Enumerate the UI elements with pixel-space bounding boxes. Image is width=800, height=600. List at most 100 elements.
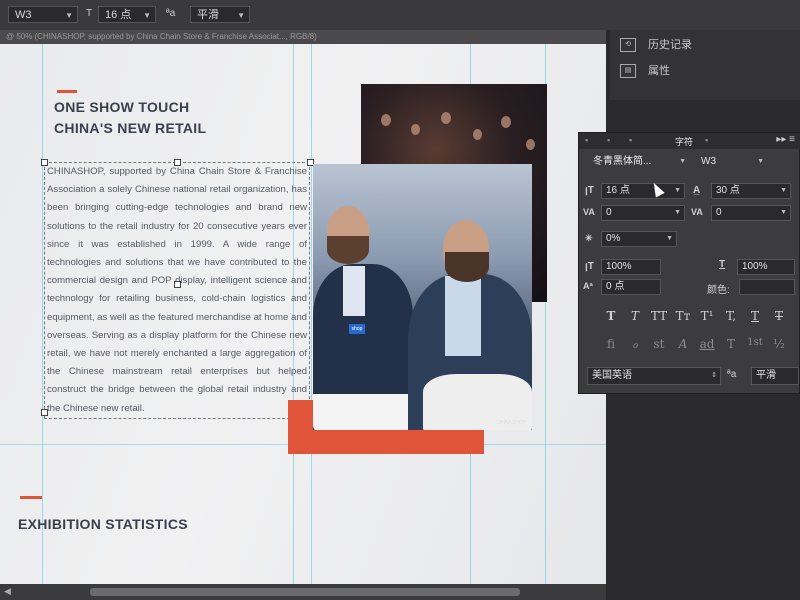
transform-handle[interactable]	[41, 159, 48, 166]
crowd-figure	[473, 129, 482, 140]
document-tab-title: @ 50% (CHINASHOP, supported by China Cha…	[6, 32, 317, 41]
transform-handle[interactable]	[41, 409, 48, 416]
horizontal-scale-value: 100%	[742, 261, 768, 272]
chevron-down-icon: ▼	[780, 209, 787, 216]
tab-inactive[interactable]: ▪	[607, 135, 610, 145]
kerning-value: 0	[606, 207, 612, 218]
font-style-value: W3	[701, 156, 716, 167]
all-caps-button[interactable]: TT	[647, 309, 671, 323]
ligature-button[interactable]: fi	[599, 337, 623, 351]
superscript-button[interactable]: T¹	[695, 309, 719, 323]
antialias-value: 平滑	[197, 9, 219, 21]
font-size-dropdown[interactable]: 16 点 ▼	[98, 6, 156, 23]
font-style-dropdown[interactable]: W3 ▼	[697, 155, 767, 171]
transform-handle[interactable]	[174, 281, 181, 288]
vertical-scale-field[interactable]: 100%	[601, 259, 661, 275]
kerning-field[interactable]: 0 ▼	[601, 205, 685, 221]
chevron-down-icon: ▼	[237, 11, 245, 20]
tsume-value: 0%	[606, 233, 621, 244]
font-style-value: W3	[15, 9, 32, 21]
headline-line1: ONE SHOW TOUCH	[54, 99, 190, 115]
tab-inactive[interactable]: ▪	[705, 135, 708, 145]
history-icon: ⟲	[620, 38, 636, 53]
tracking-value: 0	[716, 207, 722, 218]
language-dropdown[interactable]: 美国英语 ⇕	[587, 367, 721, 385]
history-panel-item[interactable]: ⟲ 历史记录	[620, 34, 692, 56]
stylistic-alternates-button[interactable]: ad	[695, 337, 719, 351]
fractions-button[interactable]: ½	[767, 337, 791, 351]
chevron-down-icon: ▼	[679, 158, 686, 165]
color-swatch[interactable]	[739, 279, 795, 295]
font-size-field[interactable]: 16 点 ▼	[601, 183, 685, 199]
leading-field[interactable]: 30 点 ▼	[711, 183, 791, 199]
headline: ONE SHOW TOUCH CHINA'S NEW RETAIL	[54, 97, 206, 139]
tab-inactive[interactable]: ▪	[585, 135, 588, 145]
document-canvas[interactable]: ONE SHOW TOUCH CHINA'S NEW RETAIL CHINAS…	[0, 44, 606, 584]
chevron-down-icon: ▼	[757, 158, 764, 165]
antialias-dropdown[interactable]: 平滑	[751, 367, 799, 385]
scroll-left-icon[interactable]: ◀	[4, 586, 11, 597]
opentype-buttons: fi ℴ st A ad T 1st ½	[579, 337, 800, 357]
history-label: 历史记录	[648, 39, 692, 51]
document-tab[interactable]: @ 50% (CHINASHOP, supported by China Cha…	[0, 30, 610, 44]
font-size-icon: T	[86, 8, 93, 19]
person-right-shirt	[445, 276, 481, 356]
type-style-buttons: T T TT Tт T¹ T, T T	[579, 309, 800, 329]
baseline-shift-field[interactable]: 0 点	[601, 279, 661, 295]
tsume-icon: ✳	[585, 233, 593, 243]
panel-menu-icon[interactable]: ▸▸ ≡	[776, 134, 795, 145]
faux-bold-button[interactable]: T	[599, 309, 623, 323]
font-family-dropdown[interactable]: 冬青黑体简... ▼	[589, 155, 689, 171]
section-accent-bar	[20, 496, 42, 499]
chevron-down-icon: ▼	[674, 187, 681, 194]
swash-button[interactable]: A	[671, 337, 695, 351]
person-left-beard	[327, 236, 369, 264]
heading-accent-bar	[57, 90, 77, 93]
horizontal-scrollbar[interactable]: ◀	[0, 584, 606, 600]
discretionary-ligatures-button[interactable]: st	[647, 337, 671, 351]
section2-title: EXHIBITION STATISTICS	[18, 516, 188, 532]
body-text-box[interactable]: CHINASHOP, supported by China Chain Stor…	[44, 162, 310, 419]
panel-tabs: ▪ ▪ ▪ 字符 ▪ ▸▸ ≡	[579, 133, 800, 149]
guide-vertical[interactable]	[311, 44, 312, 584]
guide-vertical[interactable]	[42, 44, 43, 584]
chevron-down-icon: ▼	[674, 209, 681, 216]
tracking-field[interactable]: 0 ▼	[711, 205, 791, 221]
font-style-dropdown[interactable]: W3 ▼	[8, 6, 78, 23]
color-label: 颜色:	[707, 285, 730, 296]
properties-icon: ▤	[620, 64, 636, 79]
font-size-value: 16 点	[606, 185, 630, 196]
kerning-icon: VA	[583, 207, 595, 217]
language-value: 美国英语	[592, 370, 632, 381]
character-panel: ▪ ▪ ▪ 字符 ▪ ▸▸ ≡ 冬青黑体简... ▼ W3 ▼ ꞁT 16 点 …	[578, 132, 800, 394]
leading-icon: A̲	[693, 185, 701, 196]
horizontal-scale-field[interactable]: 100%	[737, 259, 795, 275]
baseline-shift-icon: Aª	[583, 281, 593, 291]
tab-inactive[interactable]: ▪	[629, 135, 632, 145]
faux-italic-button[interactable]: T	[623, 309, 647, 323]
history-properties-panel: ⟲ 历史记录 ▤ 属性	[610, 30, 800, 100]
leading-value: 30 点	[716, 185, 740, 196]
tsume-field[interactable]: 0% ▼	[601, 231, 677, 247]
titling-alternates-button[interactable]: T	[719, 337, 743, 351]
strikethrough-button[interactable]: T	[767, 309, 791, 323]
font-size-icon: ꞁT	[585, 185, 594, 196]
antialias-dropdown[interactable]: 平滑 ▼	[190, 6, 250, 23]
body-paragraph: CHINASHOP, supported by China Chain Stor…	[47, 166, 307, 414]
vertical-scale-value: 100%	[606, 261, 632, 272]
attendees-photo[interactable]: shop CHINASHOP	[313, 164, 532, 430]
contextual-alternates-button[interactable]: ℴ	[623, 337, 647, 351]
transform-handle[interactable]	[174, 159, 181, 166]
tab-character[interactable]: 字符	[675, 135, 693, 148]
properties-panel-item[interactable]: ▤ 属性	[620, 60, 670, 82]
crowd-figure	[411, 124, 420, 135]
scrollbar-thumb[interactable]	[90, 588, 520, 596]
crowd-figure	[441, 112, 451, 124]
subscript-button[interactable]: T,	[719, 309, 743, 323]
antialias-value: 平滑	[756, 370, 776, 381]
antialias-icon: ªa	[727, 369, 737, 380]
underline-button[interactable]: T	[743, 309, 767, 323]
small-caps-button[interactable]: Tт	[671, 309, 695, 323]
vertical-scale-icon: ꞁT	[585, 261, 594, 272]
ordinals-button[interactable]: 1st	[743, 337, 767, 348]
